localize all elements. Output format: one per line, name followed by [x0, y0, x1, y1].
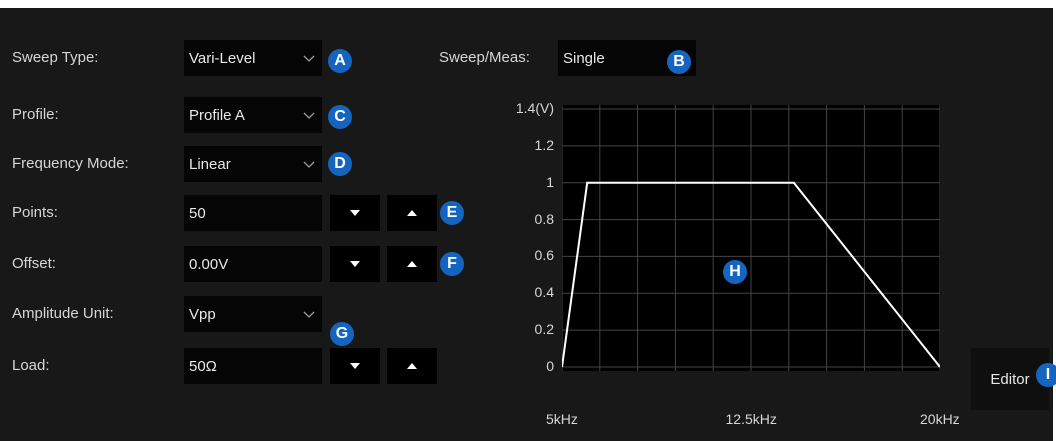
sweep-type-value: Vari-Level [189, 49, 256, 67]
offset-increment-button[interactable] [387, 246, 437, 282]
badge-f: F [440, 252, 464, 276]
triangle-down-icon [350, 210, 360, 216]
chevron-down-icon [303, 55, 315, 62]
sweep-settings-panel: Sweep Type: Vari-Level A Sweep/Meas: Sin… [0, 8, 1056, 441]
badge-h: H [723, 260, 747, 284]
sweep-profile-chart[interactable] [562, 105, 940, 371]
badge-b: B [667, 50, 691, 74]
points-value: 50 [189, 204, 206, 222]
badge-i: I [1036, 363, 1056, 387]
amplitude-unit-value: Vpp [189, 305, 216, 323]
points-increment-button[interactable] [387, 195, 437, 231]
frequency-mode-label: Frequency Mode: [12, 155, 129, 172]
frequency-mode-select[interactable]: Linear [184, 146, 322, 182]
points-field[interactable]: 50 [184, 195, 322, 231]
x-tick-label: 5kHz [546, 411, 578, 427]
offset-value: 0.00V [189, 255, 229, 273]
triangle-up-icon [407, 363, 417, 369]
sweep-type-select[interactable]: Vari-Level [184, 40, 322, 76]
chevron-down-icon [303, 311, 315, 318]
y-tick-label: 1.2 [534, 136, 554, 153]
y-tick-label: 0.2 [534, 321, 554, 338]
points-label: Points: [12, 204, 58, 221]
badge-e: E [440, 201, 464, 225]
y-tick-label: 0.6 [534, 247, 554, 264]
editor-button-label: Editor [990, 370, 1030, 388]
triangle-down-icon [350, 261, 360, 267]
chevron-down-icon [303, 112, 315, 119]
offset-decrement-button[interactable] [330, 246, 380, 282]
profile-value: Profile A [189, 106, 245, 124]
frequency-mode-value: Linear [189, 155, 231, 173]
load-increment-button[interactable] [387, 348, 437, 384]
load-value: 50Ω [189, 357, 217, 375]
y-tick-label: 1.4(V) [515, 100, 554, 116]
amplitude-unit-select[interactable]: Vpp [184, 296, 322, 332]
amplitude-unit-label: Amplitude Unit: [12, 305, 114, 322]
chevron-down-icon [303, 161, 315, 168]
y-tick-label: 0.8 [534, 210, 554, 227]
profile-select[interactable]: Profile A [184, 97, 322, 133]
y-tick-label: 1 [546, 173, 554, 190]
profile-label: Profile: [12, 106, 59, 123]
badge-d: D [328, 152, 352, 176]
offset-label: Offset: [12, 255, 56, 272]
x-tick-label: 12.5kHz [725, 411, 777, 427]
load-field[interactable]: 50Ω [184, 348, 322, 384]
badge-g: G [330, 322, 354, 346]
sweep-meas-label: Sweep/Meas: [439, 49, 530, 66]
y-tick-label: 0 [546, 358, 554, 374]
badge-c: C [328, 105, 352, 129]
triangle-down-icon [350, 363, 360, 369]
points-decrement-button[interactable] [330, 195, 380, 231]
triangle-up-icon [407, 261, 417, 267]
y-tick-label: 0.4 [534, 284, 554, 301]
triangle-up-icon [407, 210, 417, 216]
chart-grid [562, 105, 940, 371]
badge-a: A [328, 49, 352, 73]
sweep-type-label: Sweep Type: [12, 49, 99, 66]
x-tick-label: 20kHz [920, 411, 960, 427]
load-label: Load: [12, 357, 50, 374]
load-decrement-button[interactable] [330, 348, 380, 384]
offset-field[interactable]: 0.00V [184, 246, 322, 282]
